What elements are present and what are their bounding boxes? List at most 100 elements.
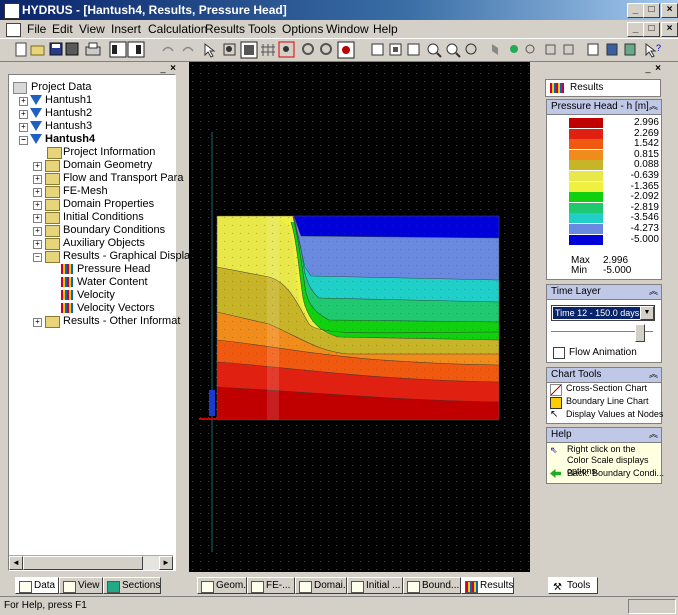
expand-icon[interactable]: +	[33, 188, 42, 197]
view-toggle-2-icon[interactable]	[127, 41, 145, 58]
mdi-minimize-button[interactable]: _	[627, 22, 644, 37]
grid-select-icon[interactable]	[240, 41, 258, 59]
collapse-icon[interactable]: ︽	[649, 368, 658, 381]
close-button[interactable]: ×	[661, 3, 678, 18]
properties-icon[interactable]	[606, 43, 618, 56]
color-swatch[interactable]	[569, 139, 603, 150]
results-viewport[interactable]	[189, 62, 530, 572]
cross-section-chart-tool[interactable]: Cross-Section Chart	[550, 383, 660, 396]
maximize-button[interactable]: □	[643, 3, 660, 18]
tool-active-icon[interactable]	[337, 41, 355, 59]
collapse-icon[interactable]: ︽	[649, 428, 658, 441]
tree-horizontal-scrollbar[interactable]: ◄ ►	[9, 555, 173, 570]
collapse-icon[interactable]: ︽	[649, 285, 658, 298]
expand-icon[interactable]: +	[33, 227, 42, 236]
chart-tools-header[interactable]: Chart Tools ︽	[546, 367, 662, 383]
app-icon[interactable]	[4, 3, 20, 19]
tool-gear-icon[interactable]	[302, 43, 314, 55]
undo-icon[interactable]	[162, 46, 174, 52]
menu-edit[interactable]: Edit	[52, 22, 73, 36]
color-swatch[interactable]	[569, 171, 603, 181]
paste-view-icon[interactable]	[563, 44, 574, 55]
open-icon[interactable]	[30, 45, 45, 56]
view-toggle-1-icon[interactable]	[109, 41, 127, 58]
color-swatch[interactable]	[569, 181, 603, 192]
zoom-region-icon[interactable]	[407, 43, 420, 56]
print-icon[interactable]	[85, 42, 101, 56]
help-back-link[interactable]: Back: Boundary Condi...	[567, 468, 664, 478]
legend-header[interactable]: Pressure Head - h [m] ︽	[546, 99, 662, 115]
scroll-right-button[interactable]: ►	[159, 556, 173, 570]
flow-animation-checkbox[interactable]	[553, 347, 565, 359]
color-swatch[interactable]	[569, 213, 603, 224]
right-panel-minimize-button[interactable]: _	[643, 64, 653, 73]
color-scale-row[interactable]: -5.000	[569, 234, 659, 246]
expand-icon[interactable]: +	[33, 318, 42, 327]
tab-initial[interactable]: Initial ...	[347, 577, 403, 594]
mesh-icon[interactable]	[510, 45, 518, 53]
expand-icon[interactable]: +	[19, 110, 28, 119]
new-icon[interactable]	[15, 42, 27, 57]
tab-boundary[interactable]: Bound...	[403, 577, 461, 594]
menu-options[interactable]: Options	[282, 22, 323, 36]
collapse-icon[interactable]: ︽	[649, 100, 658, 113]
color-swatch[interactable]	[569, 234, 603, 245]
time-slider[interactable]	[551, 322, 653, 342]
collapse-icon[interactable]: −	[19, 136, 28, 145]
edit-view-icon[interactable]	[587, 43, 599, 56]
menu-view[interactable]: View	[79, 22, 105, 36]
help-header[interactable]: Help ︽	[546, 427, 662, 443]
expand-icon[interactable]: +	[19, 123, 28, 132]
color-swatch[interactable]	[569, 118, 603, 128]
color-swatch[interactable]	[569, 192, 603, 203]
select-icon[interactable]	[204, 42, 216, 58]
save-all-icon[interactable]	[65, 42, 79, 56]
expand-icon[interactable]: +	[33, 175, 42, 184]
tab-tools[interactable]: ⚒ Tools	[548, 577, 598, 594]
dropdown-arrow-icon[interactable]: ▼	[640, 306, 654, 320]
tab-data[interactable]: Data	[15, 577, 59, 594]
menu-calculation[interactable]: Calculation	[148, 22, 207, 36]
zoom-window-icon[interactable]	[223, 43, 236, 56]
expand-icon[interactable]: +	[33, 201, 42, 210]
document-icon[interactable]	[6, 23, 21, 37]
collapse-icon[interactable]: −	[33, 253, 42, 262]
mdi-restore-button[interactable]: □	[643, 22, 660, 37]
right-panel-close-button[interactable]: ×	[653, 64, 663, 74]
time-layer-select[interactable]: Time 12 - 150.0 days ▼	[551, 305, 655, 321]
zoom-out-icon[interactable]	[427, 43, 442, 58]
material-icon[interactable]	[624, 43, 636, 56]
left-panel-minimize-button[interactable]: _	[158, 64, 168, 73]
color-swatch[interactable]	[569, 128, 603, 139]
tab-results[interactable]: Results	[461, 577, 514, 594]
scroll-left-button[interactable]: ◄	[9, 556, 23, 570]
color-swatch[interactable]	[569, 224, 603, 234]
expand-icon[interactable]: +	[19, 97, 28, 106]
zoom-fit-icon[interactable]	[389, 43, 402, 56]
menu-help[interactable]: Help	[373, 22, 398, 36]
save-icon[interactable]	[49, 42, 63, 56]
menu-window[interactable]: Window	[326, 22, 369, 36]
color-swatch[interactable]	[569, 160, 603, 171]
menu-file[interactable]: File	[27, 22, 46, 36]
minimize-button[interactable]: _	[627, 3, 644, 18]
menu-results[interactable]: Results	[205, 22, 245, 36]
copy-view-icon[interactable]	[545, 44, 556, 55]
tab-domain[interactable]: Domai...	[295, 577, 347, 594]
rotate-icon[interactable]	[465, 43, 477, 55]
color-swatch[interactable]	[569, 149, 603, 160]
back-arrow-icon[interactable]	[550, 469, 561, 478]
redo-icon[interactable]	[182, 46, 194, 52]
zoom-all-icon[interactable]	[371, 43, 384, 56]
expand-icon[interactable]: +	[33, 214, 42, 223]
results-button[interactable]: Results	[545, 79, 661, 97]
expand-icon[interactable]: +	[33, 240, 42, 249]
color-swatch[interactable]	[569, 202, 603, 213]
zoom-in-icon[interactable]	[446, 43, 461, 58]
tab-sections[interactable]: Sections	[103, 577, 161, 594]
tab-fe-mesh[interactable]: FE-...	[247, 577, 295, 594]
boundary-line-chart-tool[interactable]: Boundary Line Chart	[550, 396, 660, 409]
grid-dots-icon[interactable]	[278, 41, 295, 58]
left-panel-close-button[interactable]: ×	[168, 64, 178, 74]
tab-view[interactable]: View	[59, 577, 103, 594]
